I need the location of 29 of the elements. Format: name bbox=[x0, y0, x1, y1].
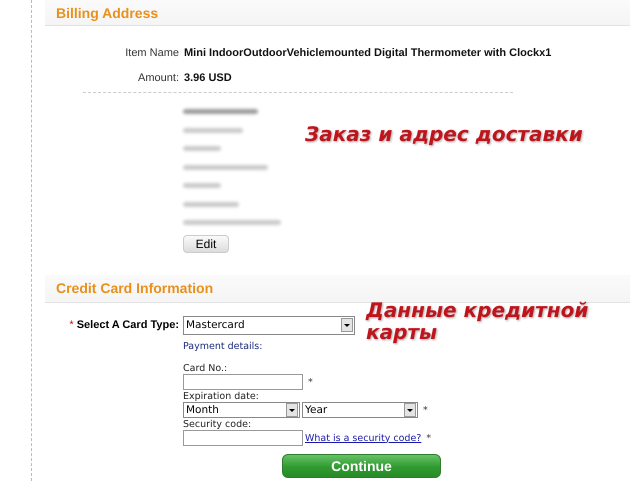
field-value: Mini IndoorOutdoorVehiclemounted Digital Thermometer with Clockx1 bbox=[184, 46, 552, 58]
security-code-link[interactable]: What is a security code? bbox=[305, 432, 422, 444]
field-value: 3.96 USD bbox=[184, 72, 232, 84]
continue-button[interactable]: Continue bbox=[282, 454, 441, 478]
annotation-text: Заказ и адрес доставки bbox=[305, 123, 583, 145]
field-label: Item Name bbox=[124, 46, 179, 58]
field-label: Amount: bbox=[137, 72, 179, 84]
required-mark: * bbox=[69, 319, 74, 331]
field-label: Security code: bbox=[183, 418, 252, 430]
redacted-text bbox=[183, 202, 239, 206]
field-label: Select A Card Type: bbox=[76, 319, 179, 331]
year-select[interactable]: Year bbox=[302, 402, 418, 418]
edit-button[interactable]: Edit bbox=[183, 234, 229, 252]
card-number-field[interactable] bbox=[183, 374, 303, 390]
field-label: Card No.: bbox=[183, 362, 228, 374]
required-mark: * bbox=[423, 404, 428, 416]
section-title: Billing Address bbox=[56, 4, 158, 20]
field-label: Expiration date: bbox=[183, 390, 259, 402]
security-code-field[interactable] bbox=[183, 430, 303, 446]
redacted-text bbox=[183, 146, 221, 151]
payment-details-label: Payment details: bbox=[183, 340, 262, 352]
redacted-text bbox=[183, 183, 221, 188]
card-type-select[interactable]: Mastercard bbox=[183, 316, 355, 334]
section-title: Credit Card Information bbox=[56, 280, 214, 296]
required-mark: * bbox=[426, 432, 432, 444]
redacted-text bbox=[183, 128, 243, 132]
annotation-text: Данные кредитной карты bbox=[366, 299, 590, 343]
required-mark: * bbox=[308, 376, 313, 388]
month-select[interactable]: Month bbox=[183, 402, 300, 418]
